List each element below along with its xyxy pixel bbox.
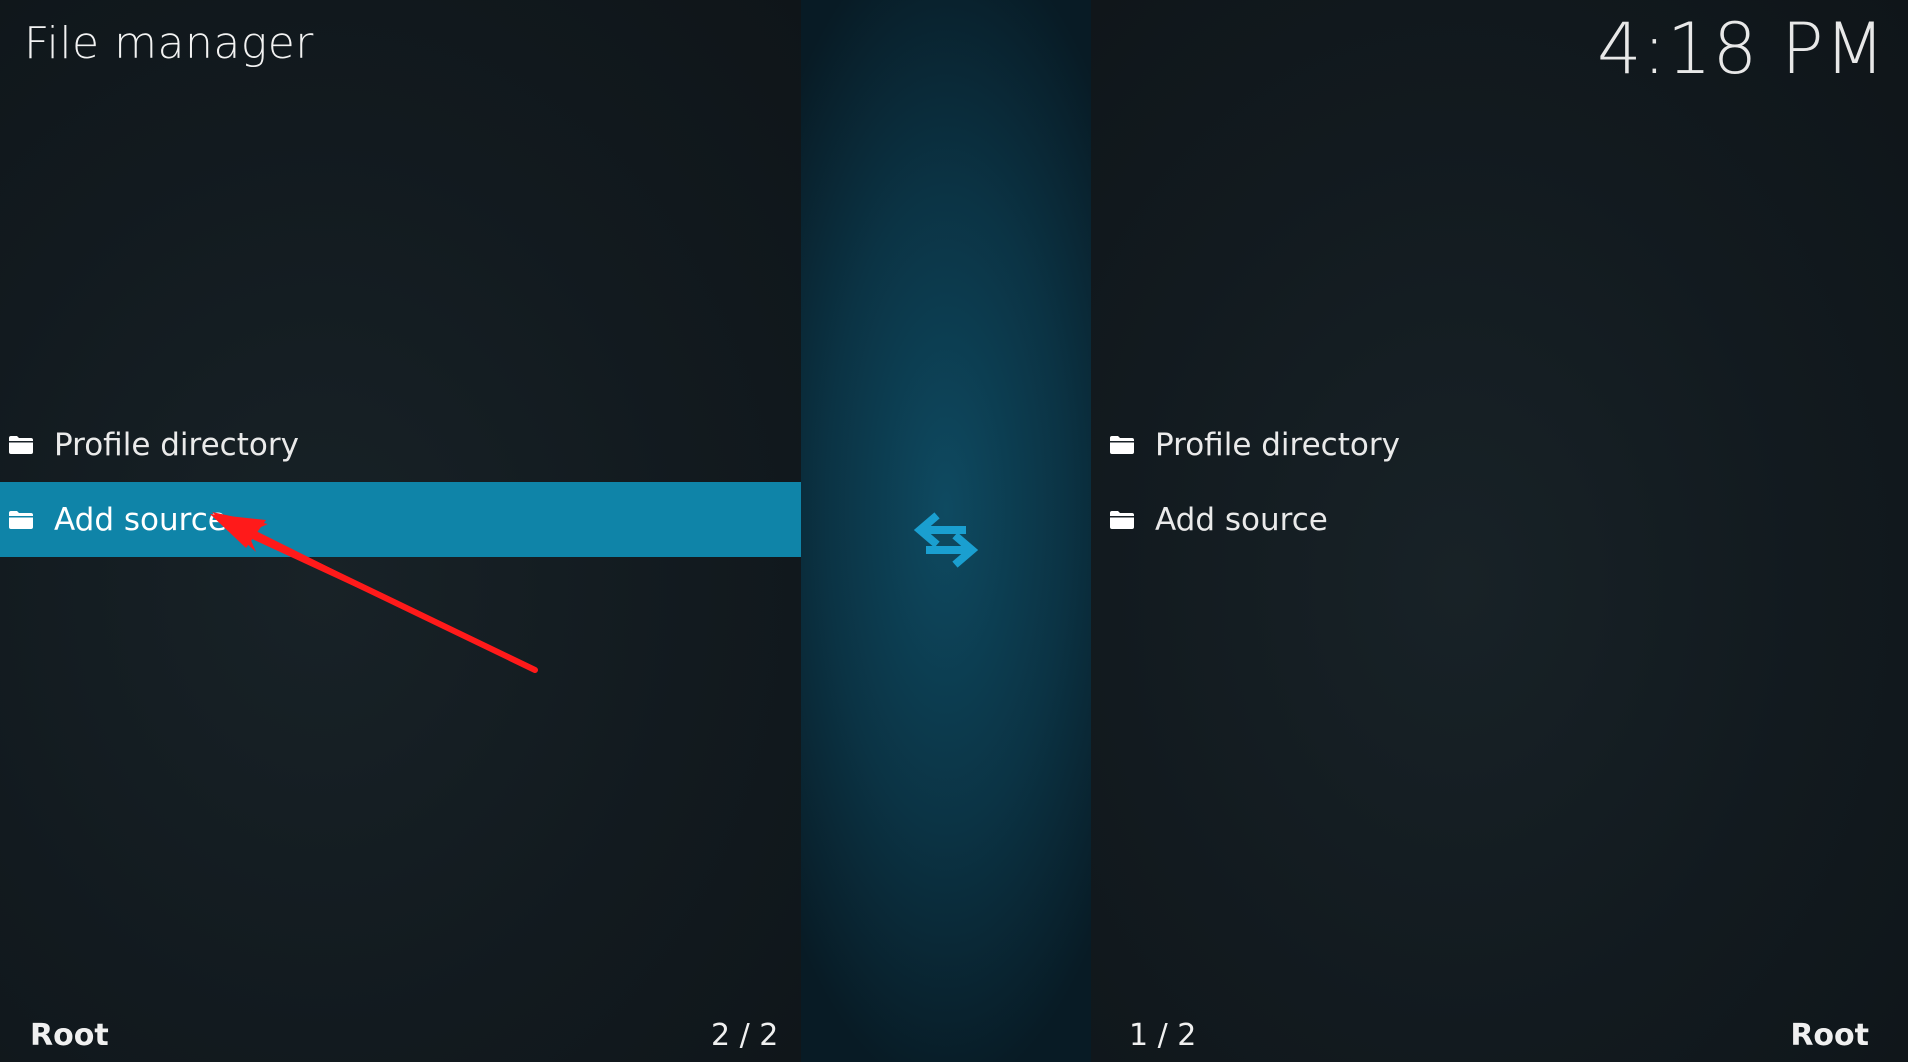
- left-file-list: Profile directory Add source: [0, 407, 801, 557]
- folder-icon: [1110, 435, 1134, 454]
- list-item-profile-directory[interactable]: Profile directory: [0, 407, 801, 482]
- right-path-label: Root: [1790, 1018, 1869, 1053]
- left-item-count: 2 / 2: [711, 1018, 779, 1053]
- list-item-add-source[interactable]: Add source: [0, 482, 801, 557]
- list-item-label: Add source: [54, 501, 227, 538]
- list-item-label: Profile directory: [1155, 426, 1400, 463]
- list-item-profile-directory[interactable]: Profile directory: [1091, 407, 1908, 482]
- left-path-label: Root: [30, 1018, 109, 1053]
- list-item-label: Add source: [1155, 501, 1328, 538]
- swap-arrows-icon[interactable]: [910, 508, 982, 572]
- clock: 4:18 PM: [1596, 8, 1886, 90]
- list-item-add-source[interactable]: Add source: [1091, 482, 1908, 557]
- folder-icon: [9, 510, 33, 529]
- folder-icon: [9, 435, 33, 454]
- right-file-list: Profile directory Add source: [1091, 407, 1908, 557]
- right-item-count: 1 / 2: [1129, 1018, 1197, 1053]
- folder-icon: [1110, 510, 1134, 529]
- list-item-label: Profile directory: [54, 426, 299, 463]
- page-title: File manager: [24, 18, 314, 69]
